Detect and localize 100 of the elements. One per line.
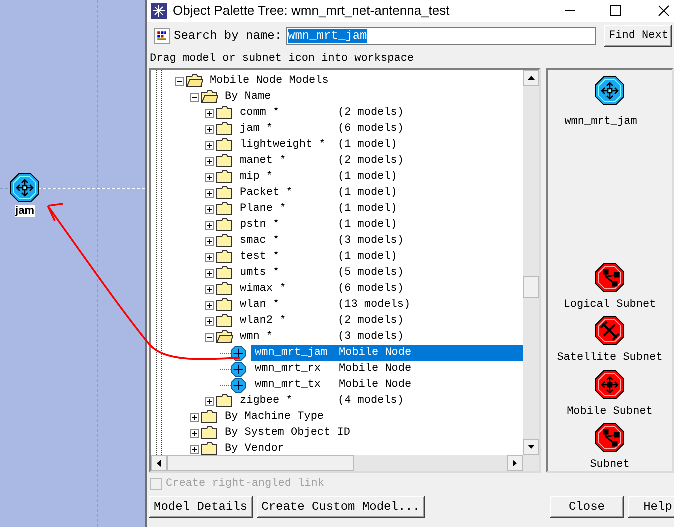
model-count: (2 models) xyxy=(338,106,404,121)
folder-icon xyxy=(216,138,233,152)
folder-name[interactable]: Plane * xyxy=(240,200,338,218)
node-icon xyxy=(10,173,40,203)
folder-name[interactable]: smac * xyxy=(240,232,338,250)
expand-icon[interactable] xyxy=(190,428,199,438)
folder-name[interactable]: manet * xyxy=(240,152,338,170)
subnet-icon xyxy=(594,262,625,292)
subnet-icon xyxy=(594,423,625,453)
model-count: (1 model) xyxy=(338,186,398,201)
folder-name[interactable]: pstn * xyxy=(240,216,338,234)
folder-name[interactable]: wmn * xyxy=(240,328,338,346)
folder-name[interactable]: jam * xyxy=(240,120,338,138)
model-count: (1 model) xyxy=(338,250,398,265)
folder-name[interactable]: wlan * xyxy=(240,296,338,314)
model-count: (1 model) xyxy=(338,218,398,233)
tree-item[interactable]: wmn_mrt_jam Mobile Node xyxy=(251,345,523,361)
folder-name[interactable]: lightweight * xyxy=(240,136,338,154)
palette-label[interactable]: Logical Subnet xyxy=(564,296,656,313)
expand-icon[interactable] xyxy=(205,220,214,230)
close-button[interactable]: Close xyxy=(550,496,624,518)
hint-text: Drag model or subnet icon into workspace xyxy=(149,52,416,67)
help-button[interactable]: Help xyxy=(628,496,674,518)
node-label[interactable]: jam xyxy=(14,205,36,217)
search-field[interactable]: wmn_mrt_jam xyxy=(286,27,596,45)
app-icon xyxy=(151,3,167,19)
model-details-button[interactable]: Model Details xyxy=(149,496,253,518)
model-count: (13 models) xyxy=(338,298,411,313)
search-label: Search by name: xyxy=(174,28,282,45)
collapse-icon[interactable] xyxy=(205,332,214,342)
expand-icon[interactable] xyxy=(205,396,214,406)
scroll-thumb[interactable] xyxy=(167,455,354,471)
folder-icon xyxy=(216,186,233,200)
palette-label[interactable]: wmn_mrt_jam xyxy=(564,114,638,130)
folder-name[interactable]: By Vendor xyxy=(225,440,323,455)
model-name: wmn_mrt_tx xyxy=(255,378,322,393)
folder-icon xyxy=(201,426,218,440)
expand-icon[interactable] xyxy=(205,188,214,198)
expand-icon[interactable] xyxy=(205,108,214,118)
expand-icon[interactable] xyxy=(190,444,199,454)
model-count: (5 models) xyxy=(338,266,404,281)
tree-item[interactable]: wmn_mrt_tx Mobile Node xyxy=(251,377,523,393)
folder-name[interactable]: wimax * xyxy=(240,280,338,298)
collapse-icon[interactable] xyxy=(175,76,184,86)
folder-icon xyxy=(216,250,233,264)
palette-label[interactable]: Satellite Subnet xyxy=(557,350,663,366)
folder-name[interactable]: umts * xyxy=(240,264,338,282)
find-next-button[interactable]: Find Next xyxy=(604,25,672,47)
scroll-thumb[interactable] xyxy=(523,276,539,298)
subnet-icon xyxy=(594,370,625,400)
expand-icon[interactable] xyxy=(205,124,214,134)
down-arrow-icon[interactable] xyxy=(528,445,534,449)
up-arrow-icon[interactable] xyxy=(528,76,534,80)
folder-name[interactable]: Mobile Node Models xyxy=(210,72,329,90)
expand-icon[interactable] xyxy=(205,156,214,166)
expand-icon[interactable] xyxy=(205,316,214,326)
router-icon xyxy=(231,362,246,376)
right-arrow-icon[interactable] xyxy=(513,460,517,466)
model-count: (6 models) xyxy=(338,122,404,137)
folder-name[interactable]: wlan2 * xyxy=(240,312,338,330)
folder-name[interactable]: zigbee * xyxy=(240,392,338,410)
palette-label[interactable]: Subnet xyxy=(590,457,630,474)
vertical-scrollbar[interactable] xyxy=(523,70,539,455)
horizontal-scrollbar[interactable] xyxy=(151,455,539,471)
create-custom-model-button[interactable]: Create Custom Model... xyxy=(256,496,426,518)
expand-icon[interactable] xyxy=(205,268,214,278)
folder-name[interactable]: Packet * xyxy=(240,184,338,202)
expand-icon[interactable] xyxy=(190,412,199,422)
folder-icon xyxy=(216,106,233,120)
palette-icon[interactable] xyxy=(154,28,170,44)
folder-name[interactable]: mip * xyxy=(240,168,338,186)
close-icon[interactable] xyxy=(658,5,670,17)
folder-icon xyxy=(216,170,233,184)
folder-icon xyxy=(216,202,233,216)
model-type: Mobile Node xyxy=(339,346,412,361)
expand-icon[interactable] xyxy=(205,236,214,246)
expand-icon[interactable] xyxy=(205,252,214,262)
tree-item[interactable]: wmn_mrt_rx Mobile Node xyxy=(251,361,523,377)
folder-icon xyxy=(216,394,233,408)
folder-icon xyxy=(216,234,233,248)
collapse-icon[interactable] xyxy=(190,92,199,102)
expand-icon[interactable] xyxy=(205,172,214,182)
left-arrow-icon[interactable] xyxy=(157,460,161,466)
router-icon xyxy=(231,378,246,392)
open-folder-icon xyxy=(201,90,218,104)
folder-icon xyxy=(216,282,233,296)
expand-icon[interactable] xyxy=(205,140,214,150)
folder-name[interactable]: comm * xyxy=(240,104,338,122)
palette-label[interactable]: Mobile Subnet xyxy=(567,404,653,420)
folder-name[interactable]: test * xyxy=(240,248,338,266)
expand-icon[interactable] xyxy=(205,300,214,310)
expand-icon[interactable] xyxy=(205,204,214,214)
maximize-icon[interactable] xyxy=(610,5,622,17)
folder-name[interactable]: By Name xyxy=(225,88,323,106)
folder-name[interactable]: By System Object ID xyxy=(225,424,350,442)
folder-name[interactable]: By Machine Type xyxy=(225,408,324,426)
router-icon xyxy=(231,346,246,360)
model-type: Mobile Node xyxy=(339,362,412,377)
expand-icon[interactable] xyxy=(205,284,214,294)
model-count: (1 model) xyxy=(338,138,398,153)
